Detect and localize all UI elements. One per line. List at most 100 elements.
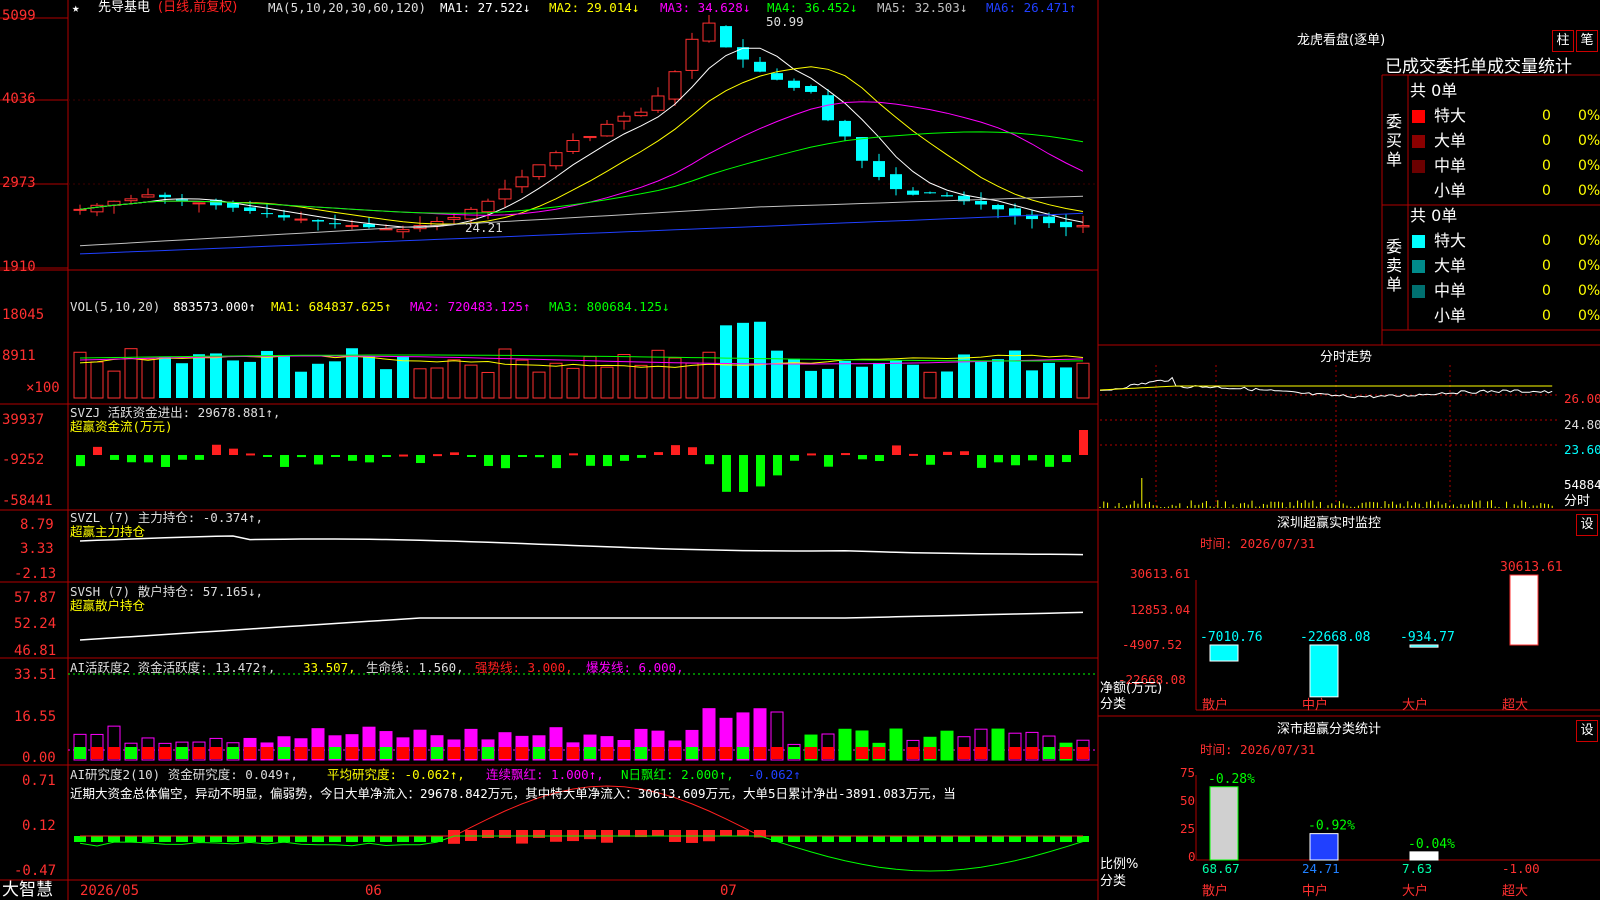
candle-down — [975, 201, 987, 205]
order-count: 0 — [1542, 183, 1551, 199]
price-axis-3: 2973 — [2, 175, 36, 191]
activity-base — [397, 747, 409, 759]
candle-up — [566, 140, 580, 152]
volume-bar — [583, 356, 597, 399]
vol-axis-unit[interactable]: ×100 — [26, 381, 60, 395]
research-bar — [176, 836, 188, 842]
research-bar — [397, 836, 409, 842]
activity-base — [295, 747, 307, 759]
buy-orders-label: 委买单 — [1386, 112, 1403, 169]
order-count: 0 — [1542, 283, 1551, 299]
category-value: 24.71 — [1302, 861, 1340, 876]
volume-bar — [788, 358, 800, 398]
candle-down — [754, 61, 766, 72]
low-marker: 24.21 — [465, 220, 503, 235]
candle-up — [515, 176, 529, 188]
research-bar — [244, 836, 256, 842]
fund-flow-bar — [756, 455, 765, 487]
net-flow-value: 30613.61 — [1500, 560, 1563, 575]
fund-flow-bar — [637, 455, 646, 458]
volume-bar — [227, 360, 239, 398]
activity-base — [720, 747, 732, 759]
fund-flow-bar — [416, 455, 425, 464]
activity-base — [669, 747, 681, 759]
lhb-tabs[interactable]: 已成交委托单成交量统计 — [1385, 57, 1572, 77]
sz-monitor-settings-button[interactable]: 设 — [1576, 514, 1598, 536]
svzj-sub: 超赢资金流(万元) — [70, 419, 173, 434]
research-bar — [584, 830, 596, 840]
activity-base — [448, 747, 460, 759]
ai2-burst: 爆发线: 6.000, — [586, 660, 684, 675]
volume-bar — [1060, 367, 1072, 398]
research-bar — [1077, 836, 1089, 842]
tick-mode-button[interactable]: 笔 — [1576, 30, 1598, 52]
chart-canvas[interactable]: -7010.76 -22668.08 -934.77 30613.61 -0.28% -0… — [0, 0, 1600, 900]
order-color-swatch — [1412, 135, 1425, 148]
activity-base — [1077, 747, 1089, 759]
ai-res-avg: 平均研究度: -0.062↑, — [327, 767, 465, 782]
volume-bar — [90, 361, 104, 399]
research-bar — [958, 836, 970, 842]
volume-bar — [363, 356, 375, 398]
candle-down — [907, 190, 919, 195]
ai2-value: 33.507, — [303, 660, 356, 675]
fund-flow-bar — [246, 453, 255, 456]
svzl-sub: 超赢主力持仓 — [70, 524, 146, 539]
sz-monitor-title: 深圳超赢实时监控 — [1277, 516, 1382, 531]
vol-value: 883573.000↑ — [173, 299, 256, 314]
research-bar — [1060, 836, 1072, 842]
research-bar — [907, 836, 919, 842]
candle-up — [345, 225, 359, 228]
activity-base — [550, 747, 562, 759]
vol-axis-1: 18045 — [2, 307, 45, 323]
category-label: 中户 — [1302, 698, 1329, 713]
favorite-star-icon[interactable]: ★ — [72, 1, 80, 15]
research-bar — [193, 836, 205, 842]
fund-flow-bar — [824, 455, 833, 467]
net-flow-value: -7010.76 — [1200, 630, 1263, 645]
ma-label: MA(5,10,20,30,60,120) — [268, 0, 427, 15]
activity-base — [108, 747, 120, 759]
order-percent: 0% — [1578, 308, 1600, 324]
svzj-axis-1: 39937 — [2, 412, 45, 428]
sz-class-settings-button[interactable]: 设 — [1576, 720, 1598, 742]
fund-flow-bar — [178, 455, 187, 460]
volume-bar — [124, 348, 138, 399]
fund-flow-bar — [892, 445, 901, 455]
fund-flow-bar — [297, 455, 306, 458]
fund-flow-bar — [688, 447, 697, 455]
sz-class-xlabel: 分类 — [1100, 874, 1127, 889]
ai2-lifeline: 生命线: 1.560, — [366, 660, 464, 675]
research-bar — [822, 836, 834, 842]
research-bar — [91, 836, 103, 842]
research-bar — [856, 836, 868, 842]
svzl-axis-2: 3.33 — [20, 541, 54, 557]
intraday-title: 分时走势 — [1320, 350, 1373, 365]
activity-base — [499, 747, 511, 759]
candle-down — [788, 80, 800, 88]
research-bar — [890, 836, 902, 842]
svsh-axis-2: 52.24 — [14, 616, 57, 632]
volume-bar — [380, 369, 392, 398]
fund-flow-bar — [603, 455, 612, 467]
fund-flow-bar — [467, 455, 476, 457]
fund-flow-bar — [450, 452, 459, 455]
bar-mode-button[interactable]: 柱 — [1552, 30, 1574, 52]
activity-base — [635, 747, 647, 759]
date-3: 07 — [720, 883, 737, 899]
volume-bar — [107, 370, 121, 399]
ai-res-axis-2: 0.12 — [22, 818, 56, 834]
volume-bar — [193, 354, 205, 398]
volume-bar — [312, 363, 324, 398]
period-label[interactable]: (日线,前复权) — [158, 1, 237, 15]
ma-line — [79, 47, 1084, 228]
volume-bar — [1076, 362, 1090, 399]
volume-bar — [890, 360, 902, 398]
svzj-axis-3: -58441 — [2, 493, 53, 509]
volume-bar — [532, 371, 546, 399]
order-count: 0 — [1542, 108, 1551, 124]
fund-flow-bar — [1011, 455, 1020, 466]
category-label: 中户 — [1302, 884, 1329, 899]
candle-down — [244, 207, 256, 211]
ma3-value: MA3: 34.628↓ — [660, 0, 751, 15]
